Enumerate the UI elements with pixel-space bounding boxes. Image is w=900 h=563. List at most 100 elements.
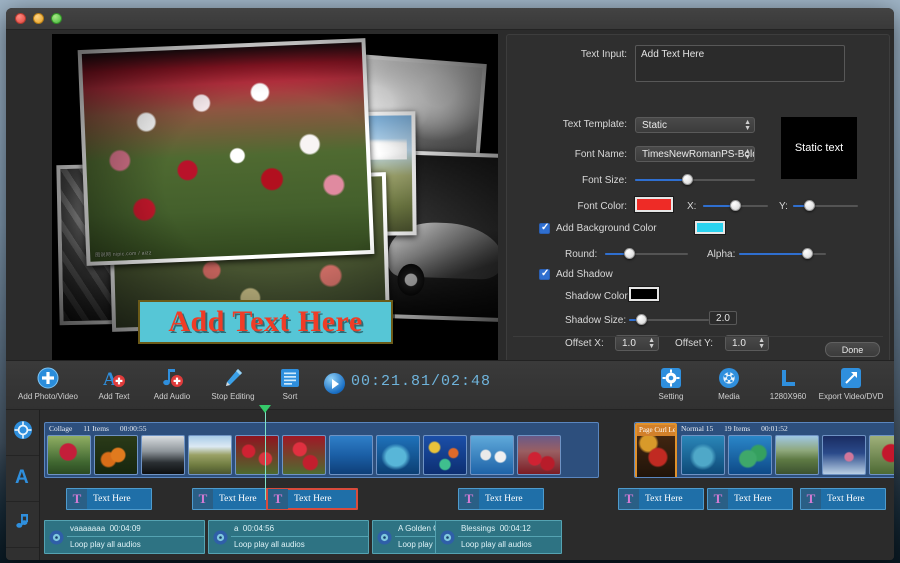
shadow-color-swatch[interactable] — [629, 287, 659, 301]
thumbnail — [282, 435, 326, 475]
audio-clip-title: vaaaaaaa — [70, 524, 106, 533]
text-template-value: Static — [642, 120, 668, 131]
playhead-line[interactable] — [265, 408, 266, 500]
video-preview[interactable]: 图说网 nipic.com / aizz Add Text Here — [52, 34, 498, 364]
media-track-icon — [13, 420, 33, 445]
close-button[interactable] — [15, 13, 26, 24]
thumbnail — [329, 435, 373, 475]
font-size-slider[interactable] — [635, 173, 755, 187]
text-template-label: Text Template: — [562, 119, 627, 130]
thumbnail — [470, 435, 514, 475]
text-clip-icon: T — [268, 489, 288, 509]
audio-clip-icon — [45, 521, 67, 553]
slider-knob[interactable] — [804, 200, 815, 211]
slider-knob[interactable] — [802, 248, 813, 259]
timeline: A Collage 11 Items 00:00:55 Normal 15 19… — [6, 410, 894, 560]
text-clip-icon: T — [67, 489, 87, 509]
audio-clip-mode: Loop play all audios — [70, 540, 141, 549]
text-track-header[interactable]: A — [6, 456, 39, 502]
text-track-icon: A — [13, 465, 33, 492]
clip-header: Collage 11 Items 00:00:55 — [45, 423, 598, 434]
audio-clip-icon — [373, 521, 395, 553]
shadow-size-slider[interactable] — [629, 313, 709, 327]
inspector-divider — [513, 336, 883, 337]
audio-clip-title-row: a 00:04:56 — [231, 521, 368, 537]
text-clip-icon: T — [801, 489, 821, 509]
title-bar — [6, 8, 894, 30]
slider-knob[interactable] — [730, 200, 741, 211]
audio-clip-duration: 00:04:56 — [242, 524, 275, 533]
thumbnail — [728, 435, 772, 475]
template-preview-text: Static text — [794, 142, 844, 154]
main-toolbar: Add Photo/Video A Add Text Add Audio Sto… — [6, 360, 894, 410]
audio-clip[interactable]: a 00:04:56 Loop play all audios — [208, 520, 369, 554]
clip-items: 11 Items — [83, 424, 109, 433]
clip-duration: 00:00:55 — [119, 424, 147, 433]
audio-clip[interactable]: vaaaaaaa 00:04:09 Loop play all audios — [44, 520, 205, 554]
collage-photo-poppy-field-main: 图说网 nipic.com / aizz — [77, 38, 375, 266]
done-button[interactable]: Done — [825, 342, 880, 357]
font-color-swatch[interactable] — [635, 197, 673, 212]
slider-knob[interactable] — [682, 174, 693, 185]
audio-track-icon — [13, 512, 33, 537]
transition-badge[interactable]: Page Curl Le — [635, 423, 677, 477]
media-track-header[interactable] — [6, 410, 39, 456]
font-name-select[interactable]: TimesNewRomanPS-Bold... ▲ ▼ — [635, 146, 755, 162]
sort-icon — [251, 365, 329, 391]
alpha-label: Alpha: — [707, 249, 736, 260]
text-clip-selected[interactable]: T Text Here — [266, 488, 358, 510]
offset-y-field[interactable]: 1.0 ▲ ▼ — [725, 335, 769, 351]
timeline-ruler[interactable] — [40, 410, 894, 420]
alpha-slider[interactable] — [739, 247, 826, 261]
text-clip-label: Text Here — [93, 494, 131, 504]
add-background-color-row[interactable]: Add Background Color — [539, 222, 657, 234]
maximize-button[interactable] — [51, 13, 62, 24]
text-clip[interactable]: T Text Here — [458, 488, 544, 510]
export-video-dvd-button[interactable]: Export Video/DVD — [812, 365, 890, 401]
text-clip[interactable]: T Text Here — [66, 488, 152, 510]
text-template-select[interactable]: Static ▲ ▼ — [635, 117, 755, 133]
playhead-marker[interactable] — [259, 405, 271, 413]
text-clip-label: Text Here — [485, 494, 523, 504]
text-clip-label: Text Here — [645, 494, 683, 504]
offset-x-field[interactable]: 1.0 ▲ ▼ — [615, 335, 659, 351]
text-overlay-box[interactable]: Add Text Here — [138, 300, 393, 344]
stepper-arrows-icon: ▲ ▼ — [758, 337, 765, 350]
offset-x-value: 1.0 — [622, 338, 636, 349]
minimize-button[interactable] — [33, 13, 44, 24]
add-shadow-checkbox[interactable] — [539, 268, 550, 280]
text-input-label: Text Input: — [580, 49, 627, 60]
pos-x-slider[interactable] — [703, 199, 768, 213]
audio-clip-icon — [209, 521, 231, 553]
text-track[interactable]: T Text Here T Text Here T Text Here T Te… — [40, 482, 894, 516]
video-clip-collage[interactable]: Collage 11 Items 00:00:55 — [44, 422, 599, 478]
round-slider[interactable] — [605, 247, 688, 261]
text-clip[interactable]: T Text Here — [800, 488, 886, 510]
add-background-color-checkbox[interactable] — [539, 222, 550, 234]
video-track[interactable]: Collage 11 Items 00:00:55 Normal 15 19 I… — [40, 420, 894, 480]
audio-track[interactable]: vaaaaaaa 00:04:09 Loop play all audios a… — [40, 518, 894, 560]
pos-x-label: X: — [687, 201, 697, 212]
thumbnail — [681, 435, 725, 475]
text-overlay-label: Add Text Here — [168, 305, 363, 338]
slider-knob[interactable] — [636, 314, 647, 325]
stepper-arrows-icon: ▲ ▼ — [648, 337, 655, 350]
shadow-size-value[interactable]: 2.0 — [709, 311, 737, 325]
audio-clip-mode: Loop play all audios — [234, 540, 305, 549]
audio-clip-icon — [436, 521, 458, 553]
shadow-color-label: Shadow Color: — [565, 291, 631, 302]
text-clip[interactable]: T Text Here — [707, 488, 793, 510]
sort-button[interactable]: Sort — [251, 365, 329, 401]
text-clip-label: Text Here — [827, 494, 865, 504]
add-shadow-row[interactable]: Add Shadow — [539, 268, 613, 280]
audio-track-header[interactable] — [6, 502, 39, 548]
audio-clip[interactable]: Blessings 00:04:12 Loop play all audios — [435, 520, 562, 554]
video-clip-normal15[interactable]: Normal 15 19 Items 00:01:52 Page Curl Le — [634, 422, 894, 478]
play-button[interactable] — [324, 373, 345, 394]
text-clip[interactable]: T Text Here — [618, 488, 704, 510]
text-input-field[interactable]: Add Text Here — [635, 45, 845, 82]
audio-clip-title-row: vaaaaaaa 00:04:09 — [67, 521, 204, 537]
background-color-swatch[interactable] — [695, 221, 725, 234]
slider-knob[interactable] — [624, 248, 635, 259]
pos-y-slider[interactable] — [793, 199, 858, 213]
